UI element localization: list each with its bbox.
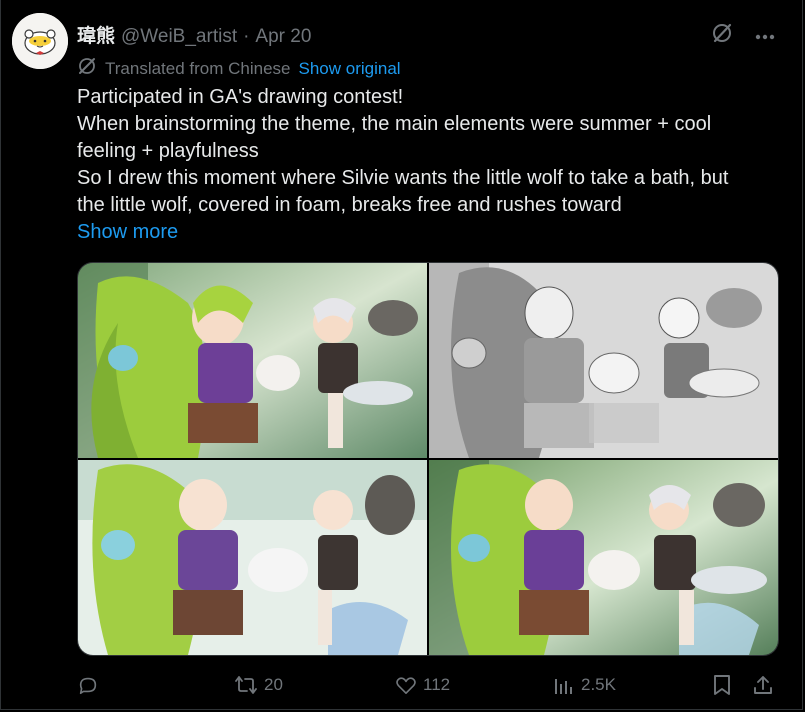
bookmark-button[interactable] [712, 670, 732, 700]
views-count: 2.5K [581, 675, 616, 694]
show-more-link[interactable]: Show more [77, 219, 787, 246]
translation-notice: Translated from Chinese Show original [77, 56, 401, 81]
repost-count: 20 [264, 675, 283, 694]
media-image-1[interactable] [78, 263, 427, 458]
media-image-3[interactable] [78, 460, 427, 655]
separator: · [243, 26, 250, 47]
action-bar: 20 112 2.5K [77, 670, 777, 700]
repost-button[interactable]: 20 [234, 670, 283, 700]
post-text: Participated in GA's drawing contest! Wh… [77, 84, 787, 246]
avatar[interactable] [12, 13, 68, 69]
grok-icon[interactable] [711, 22, 733, 49]
repost-icon [234, 674, 258, 696]
post-header: 瑋熊 @WeiB_artist · Apr 20 [77, 21, 311, 48]
share-icon [752, 674, 774, 696]
translated-label: Translated from Chinese [105, 58, 291, 78]
bookmark-icon [712, 674, 732, 696]
like-icon [395, 675, 417, 695]
share-button[interactable] [752, 670, 774, 700]
text-line: the little wolf, covered in foam, breaks… [77, 194, 622, 216]
reply-icon [77, 674, 99, 696]
header-actions [711, 22, 775, 49]
text-line: Participated in GA's drawing contest! [77, 86, 404, 108]
handle[interactable]: @WeiB_artist [121, 26, 237, 48]
media-image-2[interactable] [429, 263, 778, 458]
media-image-4[interactable] [429, 460, 778, 655]
text-line: So I drew this moment where Silvie wants… [77, 167, 729, 189]
text-line: feeling + playfulness [77, 140, 259, 162]
more-icon[interactable] [755, 27, 775, 45]
like-button[interactable]: 112 [395, 670, 450, 700]
views-icon [553, 674, 575, 696]
text-line: When brainstorming the theme, the main e… [77, 113, 712, 135]
views-button[interactable]: 2.5K [553, 670, 616, 700]
display-name[interactable]: 瑋熊 [77, 21, 115, 48]
translate-icon [77, 56, 97, 81]
show-original-link[interactable]: Show original [299, 59, 401, 79]
like-count: 112 [423, 675, 451, 694]
reply-button[interactable] [77, 670, 105, 700]
media-grid [77, 262, 779, 656]
post-date[interactable]: Apr 20 [255, 26, 311, 48]
